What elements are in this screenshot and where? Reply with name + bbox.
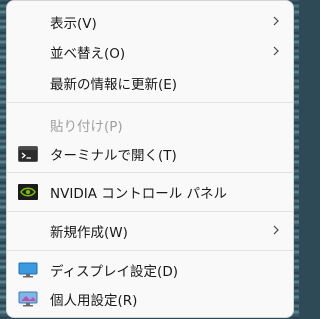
menu-item-label: NVIDIA コントロール パネル xyxy=(50,186,228,202)
menu-item-new[interactable]: 新規作成(W) xyxy=(7,214,293,248)
menu-item-label: 並べ替え(O) xyxy=(50,46,126,62)
menu-item-sort[interactable]: 並べ替え(O) xyxy=(7,35,293,69)
terminal-icon xyxy=(18,146,38,162)
chevron-right-icon xyxy=(273,225,279,235)
menu-item-label: ターミナルで開く(T) xyxy=(50,148,177,164)
menu-divider xyxy=(7,102,293,103)
menu-item-label: 新規作成(W) xyxy=(50,225,128,241)
nvidia-icon xyxy=(18,184,38,200)
menu-item-open-terminal[interactable]: ターミナルで開く(T) xyxy=(7,137,293,171)
menu-item-label: 表示(V) xyxy=(50,16,97,32)
personalize-icon xyxy=(18,291,38,307)
menu-divider xyxy=(7,172,293,173)
menu-item-label: 貼り付け(P) xyxy=(50,119,123,135)
menu-divider xyxy=(7,250,293,251)
menu-item-view[interactable]: 表示(V) xyxy=(7,5,293,39)
menu-item-label: 最新の情報に更新(E) xyxy=(50,77,178,93)
menu-item-personalize[interactable]: 個人用設定(R) xyxy=(7,282,293,316)
display-settings-icon xyxy=(18,262,38,278)
menu-divider xyxy=(7,211,293,212)
menu-item-refresh[interactable]: 最新の情報に更新(E) xyxy=(7,66,293,100)
menu-item-label: ディスプレイ設定(D) xyxy=(50,264,178,280)
menu-item-label: 個人用設定(R) xyxy=(50,293,138,309)
chevron-right-icon xyxy=(273,16,279,26)
desktop-context-menu: 表示(V) 並べ替え(O) 最新の情報に更新(E) 貼り付け(P) ターミナルで… xyxy=(6,0,294,318)
menu-item-nvidia-control-panel[interactable]: NVIDIA コントロール パネル xyxy=(7,175,293,209)
chevron-right-icon xyxy=(273,46,279,56)
